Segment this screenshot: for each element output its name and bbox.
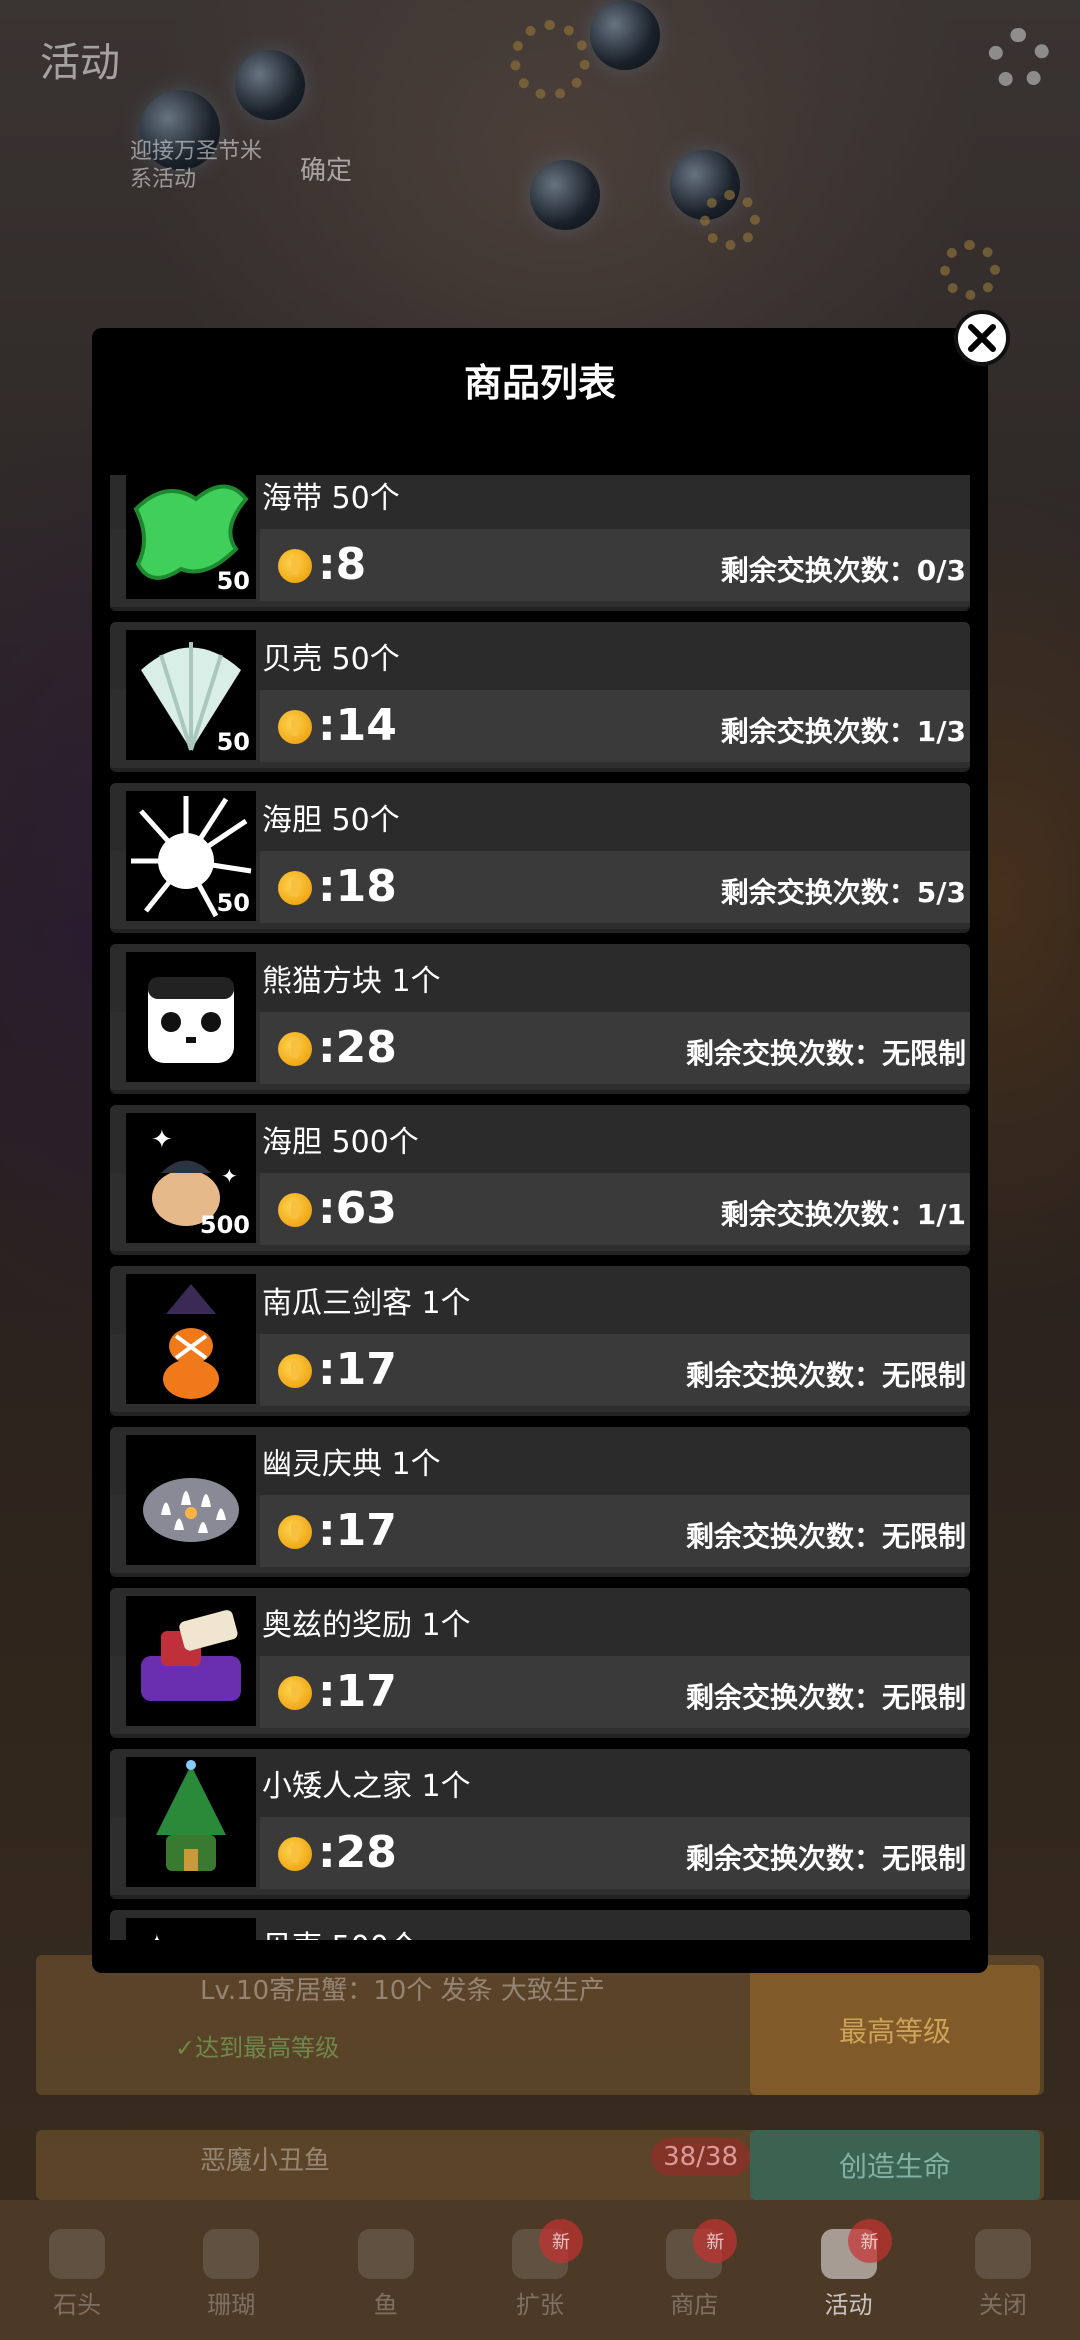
bottom-nav: 石头 珊瑚 鱼 扩张新 商店新 活动新 关闭 [0,2200,1080,2340]
coin-icon [278,1193,312,1227]
product-thumbnail: 50 [126,475,256,599]
product-thumbnail: ✦ ✦ 500 [126,1113,256,1243]
close-icon [968,324,996,352]
remaining-exchanges: 剩余交换次数：0/3 [720,554,966,587]
remaining-exchanges: 剩余交换次数：1/1 [720,1198,966,1231]
product-price: :28 [318,1022,397,1073]
coin-icon [278,871,312,905]
coin-icon [278,1837,312,1871]
product-price: :17 [318,1505,397,1556]
product-name: 奥兹的奖励 1个 [262,1608,471,1643]
product-price: :28 [318,1827,397,1878]
product-name: 幽灵庆典 1个 [262,1447,441,1482]
nav-item-coral[interactable]: 珊瑚 [166,2229,296,2320]
bg-create-life-button[interactable]: 创造生命 [750,2130,1040,2200]
gnome-icon [126,1757,256,1887]
stone-icon [49,2229,106,2279]
product-thumbnail: 50 [126,791,256,921]
close-button[interactable] [954,310,1010,366]
nav-item-event[interactable]: 活动新 [784,2219,914,2320]
gift-icon [126,1596,256,1726]
bg-confirm-button[interactable]: 确定 [300,150,352,187]
remaining-exchanges: 剩余交换次数：5/3 [720,876,966,909]
product-item[interactable]: ✦ 贝壳 500个 [110,1910,970,1940]
settings-gear-icon[interactable] [988,28,1050,90]
product-price: :17 [318,1666,397,1717]
product-item[interactable]: 50 海胆 50个 :18 剩余交换次数：5/3 [110,783,970,933]
thumbnail-quantity: 50 [216,567,250,595]
product-item[interactable]: 熊猫方块 1个 :28 剩余交换次数：无限制 [110,944,970,1094]
remaining-exchanges: 剩余交换次数：无限制 [685,1520,966,1553]
panda-icon [126,952,256,1082]
remaining-exchanges: 剩余交换次数：无限制 [685,1842,966,1875]
nav-item-fish[interactable]: 鱼 [321,2229,451,2320]
svg-text:✦: ✦ [151,1125,173,1155]
nav-item-close[interactable]: 关闭 [938,2229,1068,2320]
product-price: :8 [318,539,367,590]
product-item[interactable]: 奥兹的奖励 1个 :17 剩余交换次数：无限制 [110,1588,970,1738]
product-name: 海胆 500个 [262,1125,419,1160]
product-name: 贝壳 50个 [262,642,400,677]
product-list[interactable]: 50 海带 50个 :8 剩余交换次数：0/3 50 贝壳 50个 :14 剩余… [110,475,970,1940]
svg-text:✦: ✦ [146,1930,168,1940]
remaining-exchanges: 剩余交换次数：1/3 [720,715,966,748]
product-thumbnail [126,1757,256,1887]
coin-icon [278,1676,312,1710]
remaining-exchanges: 剩余交换次数：无限制 [685,1681,966,1714]
coin-icon [278,1515,312,1549]
product-name: 海胆 50个 [262,803,400,838]
product-item[interactable]: ✦ ✦ 500 海胆 500个 :63 剩余交换次数：1/1 [110,1105,970,1255]
product-price: :14 [318,700,397,751]
down-arrow-icon [974,2229,1031,2279]
thumbnail-quantity: 50 [216,889,250,917]
product-thumbnail [126,1274,256,1404]
nav-item-stone[interactable]: 石头 [12,2229,142,2320]
remaining-exchanges: 剩余交换次数：无限制 [685,1359,966,1392]
product-name: 小矮人之家 1个 [262,1769,471,1804]
product-name: 海带 50个 [262,481,400,516]
bg-max-level-button[interactable]: 最高等级 [750,1965,1040,2095]
product-price: :63 [318,1183,397,1234]
product-item[interactable]: 50 海带 50个 :8 剩余交换次数：0/3 [110,475,970,611]
bg-row-sub: ✓达到最高等级 [175,2034,340,2062]
shellbag-icon: ✦ [126,1918,256,1940]
new-badge: 新 [847,2219,892,2263]
bg-page-title: 活动 [40,40,120,86]
ghost-icon [126,1435,256,1565]
bg-row-text: 恶魔小丑鱼 [200,2146,331,2176]
coin-icon [278,549,312,583]
product-name: 熊猫方块 1个 [262,964,441,999]
product-price: :17 [318,1344,397,1395]
nav-item-expand[interactable]: 扩张新 [475,2219,605,2320]
product-thumbnail: 50 [126,630,256,760]
svg-text:✦: ✦ [221,1164,238,1188]
coin-icon [278,710,312,744]
product-thumbnail [126,952,256,1082]
coin-icon [278,1032,312,1066]
product-thumbnail: ✦ [126,1918,256,1940]
product-item[interactable]: 南瓜三剑客 1个 :17 剩余交换次数：无限制 [110,1266,970,1416]
product-item[interactable]: 50 贝壳 50个 :14 剩余交换次数：1/3 [110,622,970,772]
product-name: 贝壳 500个 [262,1922,419,1940]
new-badge: 新 [538,2219,583,2263]
product-thumbnail [126,1435,256,1565]
product-price: :18 [318,861,397,912]
modal-title: 商品列表 [463,361,616,405]
new-badge: 新 [693,2219,738,2263]
pumpkin-icon [126,1274,256,1404]
product-name: 南瓜三剑客 1个 [262,1286,471,1321]
product-item[interactable]: 小矮人之家 1个 :28 剩余交换次数：无限制 [110,1749,970,1899]
product-thumbnail [126,1596,256,1726]
bg-row-counter: 38/38 [651,2138,750,2176]
thumbnail-quantity: 500 [199,1211,250,1239]
fish-icon [357,2229,414,2279]
bg-notice-text: 迎接万圣节米系活动 [130,139,263,192]
coin-icon [278,1354,312,1388]
coral-icon [203,2229,260,2279]
bg-row-text: Lv.10寄居蟹：10个 发条 大致生产 [200,1976,605,2006]
remaining-exchanges: 剩余交换次数：无限制 [685,1037,966,1070]
nav-item-shop[interactable]: 商店新 [629,2219,759,2320]
product-item[interactable]: 幽灵庆典 1个 :17 剩余交换次数：无限制 [110,1427,970,1577]
thumbnail-quantity: 50 [216,728,250,756]
